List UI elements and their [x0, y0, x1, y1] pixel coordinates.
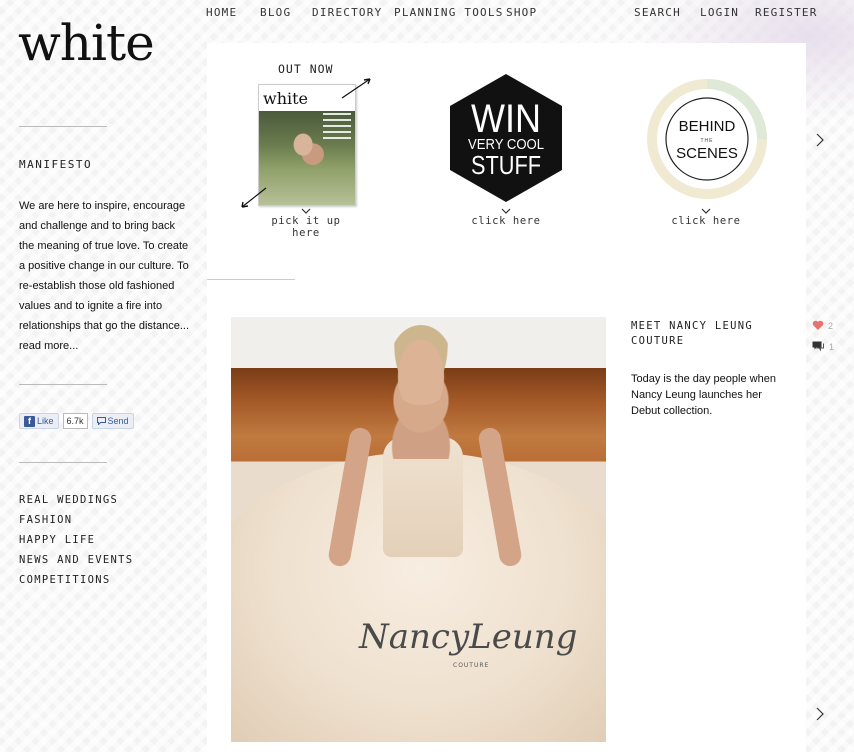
post-title[interactable]: MEET NANCY LEUNG COUTURE	[631, 319, 781, 349]
nav-shop[interactable]: SHOP	[506, 6, 537, 19]
register-link[interactable]: REGISTER	[755, 6, 818, 19]
facebook-like-button[interactable]: f Like	[19, 413, 59, 429]
behind-line2: THE	[701, 138, 714, 144]
win-hexagon-badge[interactable]: WIN VERY COOL STUFF	[448, 72, 564, 204]
post-excerpt: Today is the day people when Nancy Leung…	[631, 373, 776, 417]
win-promo-link[interactable]: click here	[466, 208, 546, 227]
manifesto-heading: MANIFESTO	[19, 158, 93, 171]
category-news-and-events[interactable]: NEWS AND EVENTS	[19, 554, 133, 574]
manifesto-body: We are here to inspire, encourage and ch…	[19, 200, 189, 332]
chevron-down-icon	[701, 208, 711, 214]
arrow-decoration-icon	[341, 78, 371, 99]
facebook-widget: f Like 6.7k Send	[19, 413, 134, 429]
nav-blog[interactable]: BLOG	[260, 6, 291, 19]
login-link[interactable]: LOGIN	[700, 6, 739, 19]
behind-caption: click here	[671, 215, 741, 227]
chevron-down-icon	[301, 208, 311, 214]
like-label: Like	[37, 416, 54, 426]
issue-caption: pick it up here	[271, 215, 341, 239]
nav-planning-tools[interactable]: PLANNING TOOLS	[394, 6, 504, 19]
category-list: REAL WEDDINGS FASHION HAPPY LIFE NEWS AN…	[19, 494, 133, 594]
post-featured-image[interactable]: NancyLeung COUTURE	[231, 317, 606, 742]
likes-stat[interactable]: 2	[812, 320, 833, 331]
facebook-icon: f	[24, 415, 35, 427]
win-line3: STUFF	[471, 150, 541, 180]
nav-home[interactable]: HOME	[206, 6, 237, 19]
magazine-cover[interactable]: white	[258, 84, 356, 206]
site-logo[interactable]: white	[18, 14, 155, 72]
cover-title: white	[263, 89, 309, 108]
behind-line1: BEHIND	[679, 118, 736, 135]
search-link[interactable]: SEARCH	[634, 6, 681, 19]
chevron-right-icon[interactable]	[815, 707, 825, 721]
manifesto-text: We are here to inspire, encourage and ch…	[19, 196, 191, 356]
speech-bubble-icon	[96, 417, 106, 425]
chevron-right-icon[interactable]	[815, 133, 825, 147]
comments-count: 1	[829, 342, 835, 352]
behind-promo-link[interactable]: click here	[666, 208, 746, 227]
category-real-weddings[interactable]: REAL WEDDINGS	[19, 494, 133, 514]
like-count: 6.7k	[62, 413, 88, 429]
comment-bubbles-icon	[812, 341, 824, 352]
chevron-down-icon	[501, 208, 511, 214]
image-signature-sub: COUTURE	[453, 662, 490, 669]
out-now-heading: OUT NOW	[278, 62, 334, 76]
behind-line3: SCENES	[676, 145, 738, 162]
heart-icon	[812, 320, 824, 330]
arrow-decoration-icon	[241, 187, 267, 208]
sidebar-divider	[19, 462, 107, 463]
cover-text-lines	[323, 113, 351, 143]
issue-promo-link[interactable]: pick it up here	[262, 208, 350, 239]
nav-directory[interactable]: DIRECTORY	[312, 6, 382, 19]
win-line1: WIN	[471, 97, 541, 141]
category-happy-life[interactable]: HAPPY LIFE	[19, 534, 133, 554]
read-more-link[interactable]: read more...	[19, 340, 78, 352]
sidebar-divider	[19, 126, 107, 127]
sidebar-divider	[19, 384, 107, 385]
content-divider	[207, 279, 295, 280]
send-label: Send	[107, 416, 129, 426]
facebook-send-button[interactable]: Send	[91, 413, 134, 429]
likes-count: 2	[828, 320, 834, 331]
behind-the-scenes-badge[interactable]: BEHIND THE SCENES	[646, 78, 768, 200]
image-signature-watermark: NancyLeung	[359, 617, 578, 657]
win-caption: click here	[471, 215, 541, 227]
category-competitions[interactable]: COMPETITIONS	[19, 574, 133, 594]
category-fashion[interactable]: FASHION	[19, 514, 133, 534]
comments-stat[interactable]: 1	[812, 341, 834, 353]
